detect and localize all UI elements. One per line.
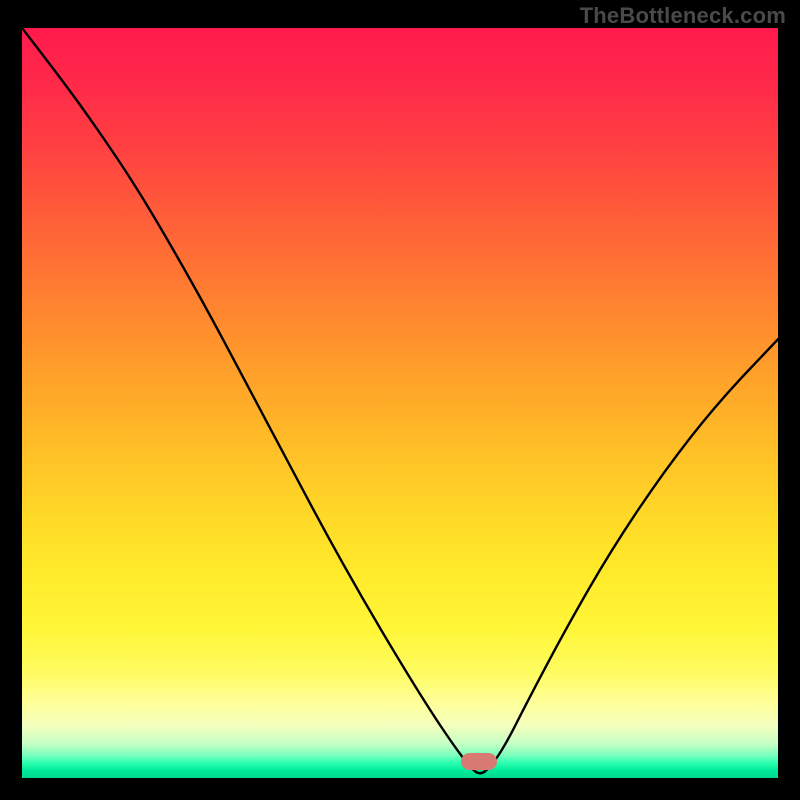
plot-area (22, 28, 778, 778)
watermark-text: TheBottleneck.com (580, 3, 786, 29)
bottleneck-curve (22, 28, 778, 778)
chart-frame: TheBottleneck.com (0, 0, 800, 800)
bottleneck-curve-path (22, 28, 778, 773)
optimal-marker (461, 753, 497, 770)
